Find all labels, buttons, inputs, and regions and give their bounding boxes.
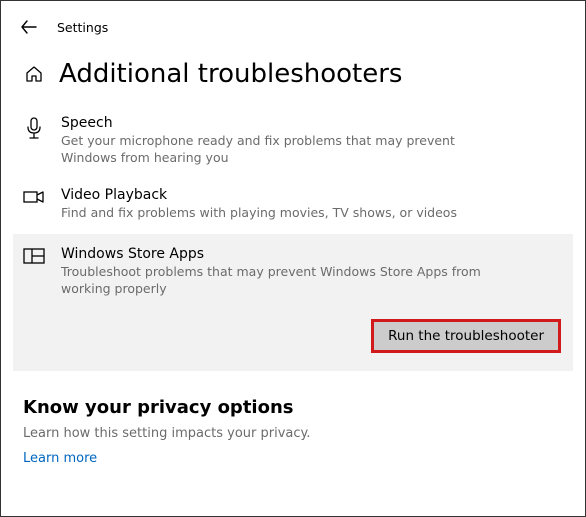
microphone-icon [23, 115, 45, 167]
back-button[interactable] [19, 17, 39, 37]
troubleshooter-item-speech[interactable]: Speech Get your microphone ready and fix… [23, 107, 563, 179]
header-title: Settings [57, 20, 108, 35]
item-title: Video Playback [61, 187, 563, 203]
content-area: Additional troubleshooters Speech Get yo… [1, 45, 585, 478]
learn-more-link[interactable]: Learn more [23, 451, 563, 466]
run-troubleshooter-button[interactable]: Run the troubleshooter [371, 319, 561, 353]
item-title: Windows Store Apps [61, 246, 563, 262]
privacy-desc: Learn how this setting impacts your priv… [23, 426, 563, 441]
window-header: Settings [1, 1, 585, 45]
home-icon [23, 64, 45, 84]
item-body: Video Playback Find and fix problems wit… [61, 187, 563, 222]
apps-icon [23, 246, 45, 354]
item-desc: Find and fix problems with playing movie… [61, 205, 481, 222]
item-body: Windows Store Apps Troubleshoot problems… [61, 246, 563, 354]
page-title: Additional troubleshooters [59, 59, 402, 89]
troubleshooter-item-video[interactable]: Video Playback Find and fix problems wit… [23, 179, 563, 234]
troubleshooter-item-store-apps[interactable]: Windows Store Apps Troubleshoot problems… [13, 234, 573, 372]
item-desc: Troubleshoot problems that may prevent W… [61, 264, 481, 298]
item-desc: Get your microphone ready and fix proble… [61, 133, 481, 167]
privacy-heading: Know your privacy options [23, 397, 563, 418]
privacy-section: Know your privacy options Learn how this… [23, 397, 563, 466]
item-title: Speech [61, 115, 563, 131]
video-icon [23, 187, 45, 222]
run-row: Run the troubleshooter [61, 319, 563, 353]
item-body: Speech Get your microphone ready and fix… [61, 115, 563, 167]
page-title-row: Additional troubleshooters [23, 59, 563, 89]
arrow-left-icon [21, 20, 37, 34]
